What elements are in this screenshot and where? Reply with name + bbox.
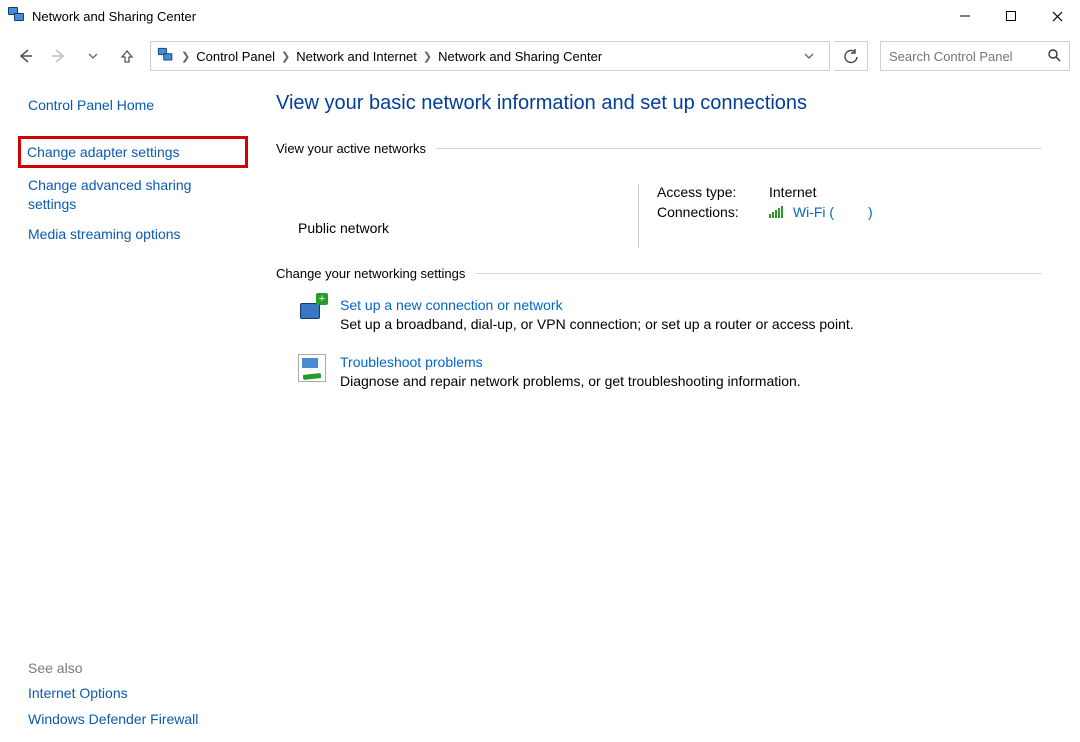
option-new-connection: Set up a new connection or network Set u… (298, 297, 1042, 332)
back-button[interactable] (10, 41, 40, 71)
see-also-link-internet-options[interactable]: Internet Options (18, 680, 248, 706)
address-bar[interactable]: ❯ Control Panel ❯ Network and Internet ❯… (150, 41, 830, 71)
see-also-link-firewall[interactable]: Windows Defender Firewall (18, 706, 248, 732)
app-icon (8, 7, 26, 25)
connection-name: Wi-Fi ( (793, 204, 834, 220)
highlight-annotation: Change adapter settings (18, 136, 248, 168)
forward-button[interactable] (44, 41, 74, 71)
option-troubleshoot: Troubleshoot problems Diagnose and repai… (298, 354, 1042, 389)
active-networks-heading: View your active networks (276, 141, 1042, 156)
window-title: Network and Sharing Center (32, 9, 196, 24)
sidebar-home-link[interactable]: Control Panel Home (18, 92, 248, 118)
section-heading-text: View your active networks (276, 141, 426, 156)
sidebar-link-adapter-settings[interactable]: Change adapter settings (27, 141, 239, 163)
network-type-label: Public network (298, 220, 389, 236)
connection-link[interactable]: Wi-Fi ( ) (769, 204, 873, 221)
main-content: View your basic network information and … (248, 92, 1062, 742)
connections-label: Connections: (657, 204, 757, 221)
navigation-toolbar: ❯ Control Panel ❯ Network and Internet ❯… (0, 38, 1080, 74)
new-connection-icon (298, 297, 326, 325)
chevron-right-icon: ❯ (281, 50, 290, 63)
titlebar: Network and Sharing Center (0, 0, 1080, 32)
see-also-section: See also Internet Options Windows Defend… (18, 656, 248, 742)
page-title: View your basic network information and … (276, 92, 1042, 115)
chevron-right-icon: ❯ (181, 50, 190, 63)
maximize-button[interactable] (988, 0, 1034, 32)
option-link-troubleshoot[interactable]: Troubleshoot problems (340, 354, 801, 370)
breadcrumb-item[interactable]: Control Panel (196, 49, 275, 64)
chevron-right-icon: ❯ (423, 50, 432, 63)
option-desc: Diagnose and repair network problems, or… (340, 373, 801, 389)
search-input[interactable] (889, 49, 1029, 64)
see-also-label: See also (18, 656, 248, 680)
sidebar-link-media-streaming[interactable]: Media streaming options (18, 221, 248, 247)
wifi-signal-icon (769, 205, 785, 221)
access-type-value: Internet (769, 184, 816, 200)
active-network-panel: Public network Access type: Internet Con… (276, 166, 1042, 266)
section-heading-text: Change your networking settings (276, 266, 465, 281)
refresh-button[interactable] (834, 41, 868, 71)
recent-dropdown[interactable] (78, 41, 108, 71)
search-box[interactable] (880, 41, 1070, 71)
up-button[interactable] (112, 41, 142, 71)
location-icon (158, 48, 174, 64)
option-desc: Set up a broadband, dial-up, or VPN conn… (340, 316, 854, 332)
sidebar: Control Panel Home Change adapter settin… (18, 92, 248, 742)
option-link-new-connection[interactable]: Set up a new connection or network (340, 297, 854, 313)
breadcrumb-item[interactable]: Network and Sharing Center (438, 49, 602, 64)
connection-name-tail: ) (868, 204, 873, 220)
search-icon[interactable] (1047, 48, 1061, 65)
breadcrumb-item[interactable]: Network and Internet (296, 49, 417, 64)
troubleshoot-icon (298, 354, 326, 382)
minimize-button[interactable] (942, 0, 988, 32)
sidebar-link-advanced-sharing[interactable]: Change advanced sharing settings (18, 172, 248, 216)
change-settings-heading: Change your networking settings (276, 266, 1042, 281)
close-button[interactable] (1034, 0, 1080, 32)
access-type-label: Access type: (657, 184, 757, 200)
address-dropdown[interactable] (795, 42, 823, 70)
